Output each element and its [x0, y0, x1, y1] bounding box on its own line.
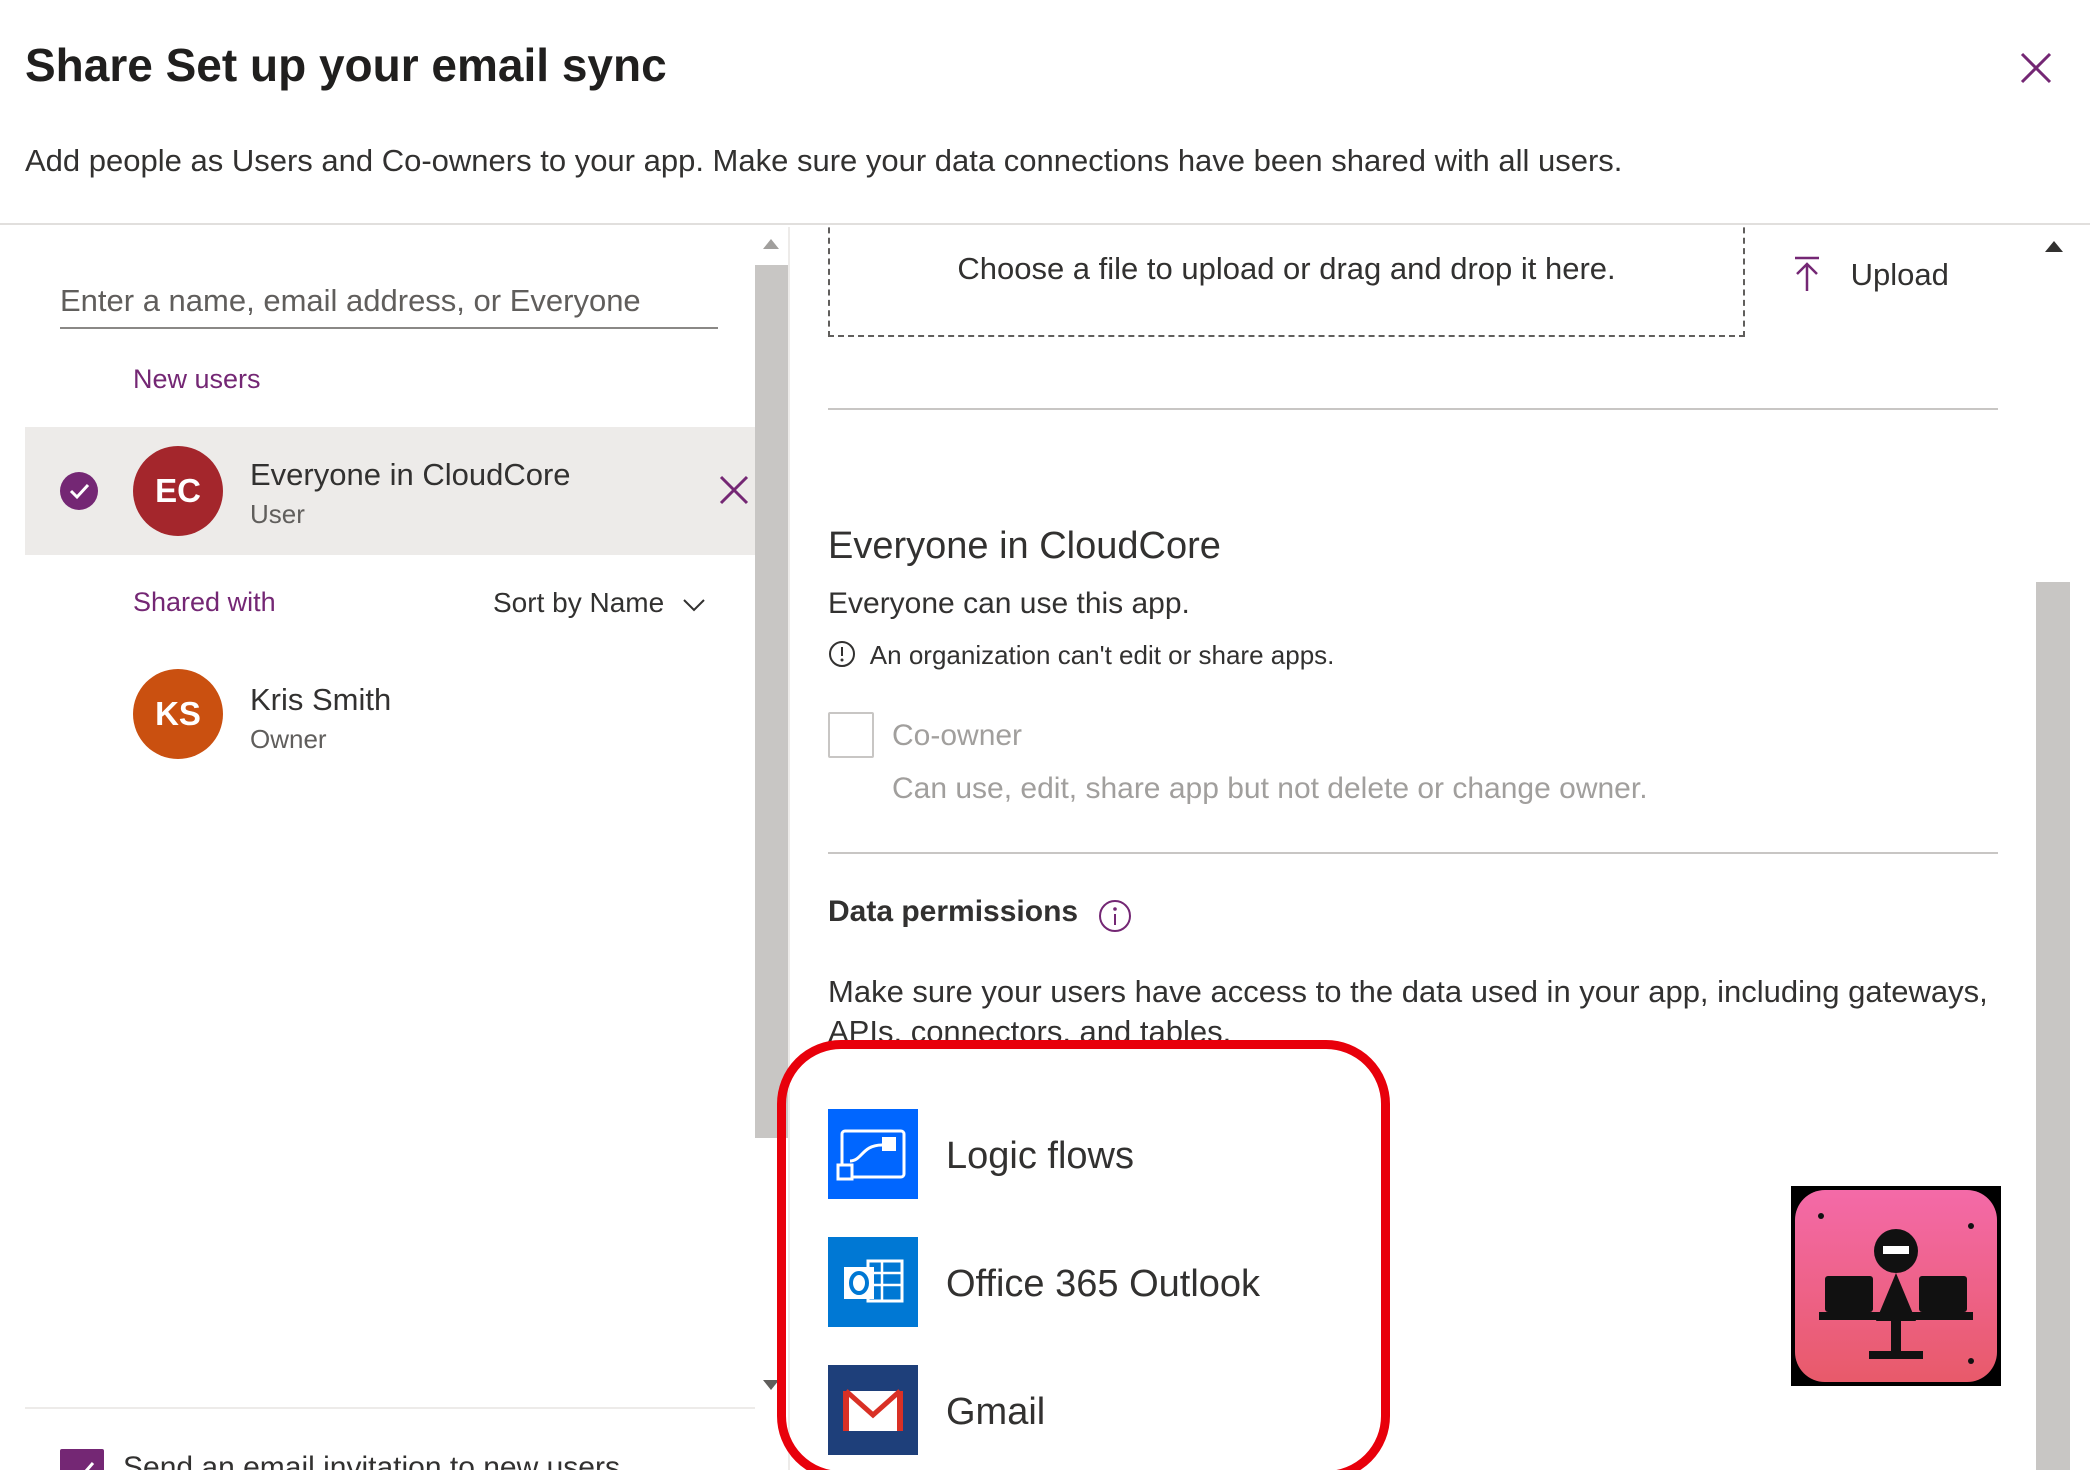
section-divider — [828, 408, 1998, 410]
dialog-subtitle: Add people as Users and Co-owners to you… — [25, 143, 1623, 178]
email-invite-checkbox[interactable] — [60, 1449, 104, 1470]
outlook-icon — [828, 1237, 918, 1327]
close-icon — [719, 475, 749, 505]
group-description: Everyone can use this app. — [828, 587, 1190, 620]
selected-check-icon[interactable] — [60, 472, 98, 510]
chevron-down-icon — [683, 598, 705, 612]
avatar: KS — [133, 669, 223, 759]
data-permissions-description: Make sure your users have access to the … — [828, 974, 1988, 1046]
footer-divider — [25, 1407, 755, 1409]
connection-name: Office 365 Outlook — [946, 1263, 1261, 1305]
close-button[interactable] — [2014, 46, 2058, 90]
gmail-icon — [828, 1365, 918, 1455]
new-user-row[interactable]: EC Everyone in CloudCore User — [25, 427, 755, 555]
org-note: An organization can't edit or share apps… — [828, 640, 1334, 671]
logic-flows-icon — [828, 1109, 918, 1199]
data-permissions-title: Data permissions — [828, 895, 1079, 928]
group-name: Everyone in CloudCore — [828, 525, 1221, 567]
details-scrollbar[interactable] — [2036, 227, 2070, 1470]
upload-button[interactable]: Upload — [1792, 256, 1949, 296]
upload-label: Upload — [1850, 257, 1949, 292]
scrollbar-thumb[interactable] — [755, 265, 788, 1138]
connection-name: Logic flows — [946, 1135, 1134, 1177]
shared-user-role: Owner — [250, 724, 327, 754]
info-icon[interactable] — [1098, 899, 1132, 933]
sticker-image — [1791, 1186, 2001, 1386]
file-dropzone[interactable]: Choose a file to upload or drag and drop… — [828, 227, 1745, 337]
scroll-up-icon[interactable] — [2045, 241, 2063, 252]
close-icon — [2020, 52, 2052, 84]
coowner-label: Co-owner — [892, 719, 1023, 752]
people-search-input[interactable] — [60, 275, 718, 329]
avatar: EC — [133, 446, 223, 536]
scrollbar-thumb[interactable] — [2036, 582, 2070, 1470]
new-user-name: Everyone in CloudCore — [250, 457, 571, 492]
people-pane: New users EC Everyone in CloudCore User … — [0, 227, 790, 1470]
org-note-text: An organization can't edit or share apps… — [869, 640, 1335, 670]
remove-user-button[interactable] — [717, 473, 751, 507]
new-user-role: User — [250, 499, 305, 529]
coowner-checkbox[interactable] — [828, 712, 874, 758]
sort-dropdown[interactable]: Sort by Name — [493, 587, 706, 619]
dialog-header: Share Set up your email sync Add people … — [0, 0, 2090, 225]
upload-icon — [1795, 256, 1819, 291]
scroll-down-icon[interactable] — [763, 1380, 779, 1390]
shared-user-name: Kris Smith — [250, 682, 392, 717]
dialog-title: Share Set up your email sync — [25, 39, 667, 91]
alert-icon — [829, 641, 855, 668]
scroll-up-icon[interactable] — [763, 239, 779, 249]
people-scrollbar[interactable] — [755, 227, 788, 1412]
email-invite-label: Send an email invitation to new users — [123, 1451, 620, 1470]
sort-label: Sort by Name — [493, 587, 665, 618]
section-divider — [828, 852, 1998, 854]
coowner-description: Can use, edit, share app but not delete … — [892, 772, 1648, 805]
connection-name: Gmail — [946, 1391, 1046, 1433]
new-users-label: New users — [133, 364, 261, 394]
shared-with-label: Shared with — [133, 587, 276, 617]
